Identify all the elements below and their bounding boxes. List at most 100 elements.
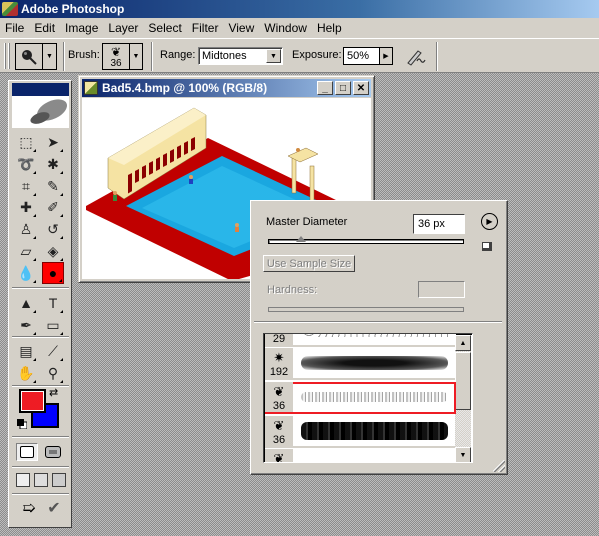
- menu-window[interactable]: Window: [259, 21, 312, 35]
- toolbox-title-bar[interactable]: [12, 83, 69, 96]
- burn-icon: ●: [48, 265, 58, 281]
- swimmer: [189, 175, 193, 179]
- brush-preset-item[interactable]: ❦: [265, 449, 456, 462]
- brush-preset-picker[interactable]: ❦ 36 ▼: [102, 43, 143, 70]
- screen-mode-full[interactable]: [52, 473, 66, 487]
- new-preset-icon[interactable]: [482, 242, 492, 251]
- zoom-icon: ⚲: [47, 364, 59, 381]
- hardness-slider[interactable]: [268, 307, 464, 312]
- close-button[interactable]: ✕: [353, 81, 369, 95]
- menu-bar: File Edit Image Layer Select Filter View…: [0, 18, 599, 38]
- brush-tip-icon: ❦: [273, 384, 285, 399]
- brush-tip-icon: ❦: [273, 418, 285, 433]
- screen-mode-standard[interactable]: [16, 473, 30, 487]
- diver: [296, 148, 300, 152]
- checkmark-icon[interactable]: ✔: [44, 499, 64, 519]
- brush-size-value: 36: [110, 58, 122, 69]
- resize-grip[interactable]: [493, 460, 505, 472]
- menu-select[interactable]: Select: [143, 21, 186, 35]
- menu-file[interactable]: File: [0, 21, 29, 35]
- maximize-button[interactable]: □: [335, 81, 351, 95]
- brush-preset-item[interactable]: ✷ 192: [265, 348, 456, 380]
- tool-type[interactable]: T: [42, 292, 64, 314]
- brush-stroke-preview: [301, 422, 448, 440]
- use-sample-size-button[interactable]: Use Sample Size: [263, 255, 355, 272]
- menu-help[interactable]: Help: [312, 21, 347, 35]
- jump-to-imageready-icon[interactable]: ➯: [17, 499, 41, 519]
- scroll-thumb[interactable]: [455, 352, 471, 410]
- tool-clone-stamp[interactable]: ♙: [15, 218, 37, 240]
- chevron-down-icon[interactable]: ▼: [130, 44, 142, 69]
- foreground-color-swatch[interactable]: [19, 389, 46, 413]
- airbrush-icon[interactable]: [405, 45, 427, 67]
- brush-tip-icon: ❦: [110, 45, 122, 59]
- chevron-right-icon[interactable]: ▶: [380, 48, 392, 64]
- exposure-label: Exposure:: [292, 49, 342, 61]
- blur-icon: 💧: [17, 264, 35, 281]
- quick-mask-button[interactable]: [42, 443, 64, 461]
- brush-tip-icon: ✷: [273, 350, 285, 365]
- standard-mode-icon: [20, 446, 34, 458]
- brush-thumbnail: ✷ 192: [265, 348, 293, 378]
- tool-eraser[interactable]: ▱: [15, 240, 37, 262]
- notes-icon: ▤: [19, 342, 33, 359]
- tool-crop[interactable]: ⌗: [15, 175, 37, 197]
- default-colors-icon[interactable]: [17, 419, 28, 430]
- tool-marquee[interactable]: ⬚: [15, 131, 37, 153]
- panel-menu-button[interactable]: ▶: [481, 213, 498, 230]
- pen-icon: ✒: [20, 316, 32, 333]
- tool-hand[interactable]: ✋: [15, 362, 37, 384]
- chevron-down-icon[interactable]: ▼: [266, 49, 281, 63]
- tool-path-selection[interactable]: ▲: [15, 292, 37, 314]
- slider-thumb[interactable]: [296, 236, 307, 242]
- tool-history-brush[interactable]: ↺: [42, 218, 64, 240]
- tool-lasso[interactable]: ➰: [15, 153, 37, 175]
- document-icon: [84, 81, 98, 95]
- divider: [151, 42, 153, 71]
- tool-zoom[interactable]: ⚲: [42, 362, 64, 384]
- tool-burn[interactable]: ●: [42, 262, 64, 284]
- tool-brush[interactable]: ✐: [42, 196, 64, 218]
- document-title-bar[interactable]: Bad5.4.bmp @ 100% (RGB/8) _ □ ✕: [82, 79, 371, 97]
- master-diameter-input[interactable]: 36 px: [413, 214, 465, 234]
- tool-blur[interactable]: 💧: [15, 262, 37, 284]
- options-bar-grip[interactable]: [4, 43, 6, 69]
- tool-slice[interactable]: ✎: [42, 175, 64, 197]
- chevron-down-icon[interactable]: ▼: [43, 44, 56, 69]
- options-bar-grip-2[interactable]: [8, 43, 10, 69]
- menu-layer[interactable]: Layer: [103, 21, 143, 35]
- scroll-down-button[interactable]: ▼: [455, 447, 471, 462]
- minimize-button[interactable]: _: [317, 81, 333, 95]
- menu-view[interactable]: View: [223, 21, 259, 35]
- tool-move[interactable]: ➤: [42, 131, 64, 153]
- tool-notes[interactable]: ▤: [15, 340, 37, 362]
- tool-preset-picker[interactable]: ▼: [15, 43, 57, 70]
- tool-pen[interactable]: ✒: [15, 314, 37, 336]
- paint-bucket-icon: ◈: [47, 242, 59, 259]
- brush-preset-item[interactable]: ❦ 36: [265, 416, 456, 448]
- exposure-field[interactable]: 50% ▶: [343, 47, 393, 65]
- tool-rectangle[interactable]: ▭: [42, 314, 64, 336]
- brush-stroke-preview: [301, 356, 448, 370]
- scroll-up-button[interactable]: ▲: [455, 335, 471, 351]
- adobe-online-logo[interactable]: [12, 96, 69, 128]
- swap-colors-icon[interactable]: ⇄: [49, 386, 58, 399]
- hardness-label: Hardness:: [267, 284, 318, 296]
- toolbox-divider: [12, 436, 69, 438]
- hardness-input[interactable]: [418, 281, 465, 298]
- exposure-value[interactable]: 50%: [344, 48, 380, 64]
- range-select[interactable]: Midtones ▼: [198, 47, 283, 65]
- document-title: Bad5.4.bmp @ 100% (RGB/8): [102, 81, 268, 95]
- brush-list-scrollbar[interactable]: ▲ ▼: [455, 335, 471, 462]
- brush-preset-item[interactable]: ❦ 36: [265, 382, 456, 414]
- brush-preset-item[interactable]: ☆29: [265, 334, 456, 347]
- screen-mode-full-menu[interactable]: [34, 473, 48, 487]
- tool-eyedropper[interactable]: ⟋: [42, 340, 64, 362]
- menu-filter[interactable]: Filter: [187, 21, 224, 35]
- standard-mode-button[interactable]: [16, 443, 38, 461]
- menu-edit[interactable]: Edit: [29, 21, 60, 35]
- tool-healing-brush[interactable]: ✚: [15, 196, 37, 218]
- tool-paint-bucket[interactable]: ◈: [42, 240, 64, 262]
- menu-image[interactable]: Image: [60, 21, 103, 35]
- tool-magic-wand[interactable]: ✱: [42, 153, 64, 175]
